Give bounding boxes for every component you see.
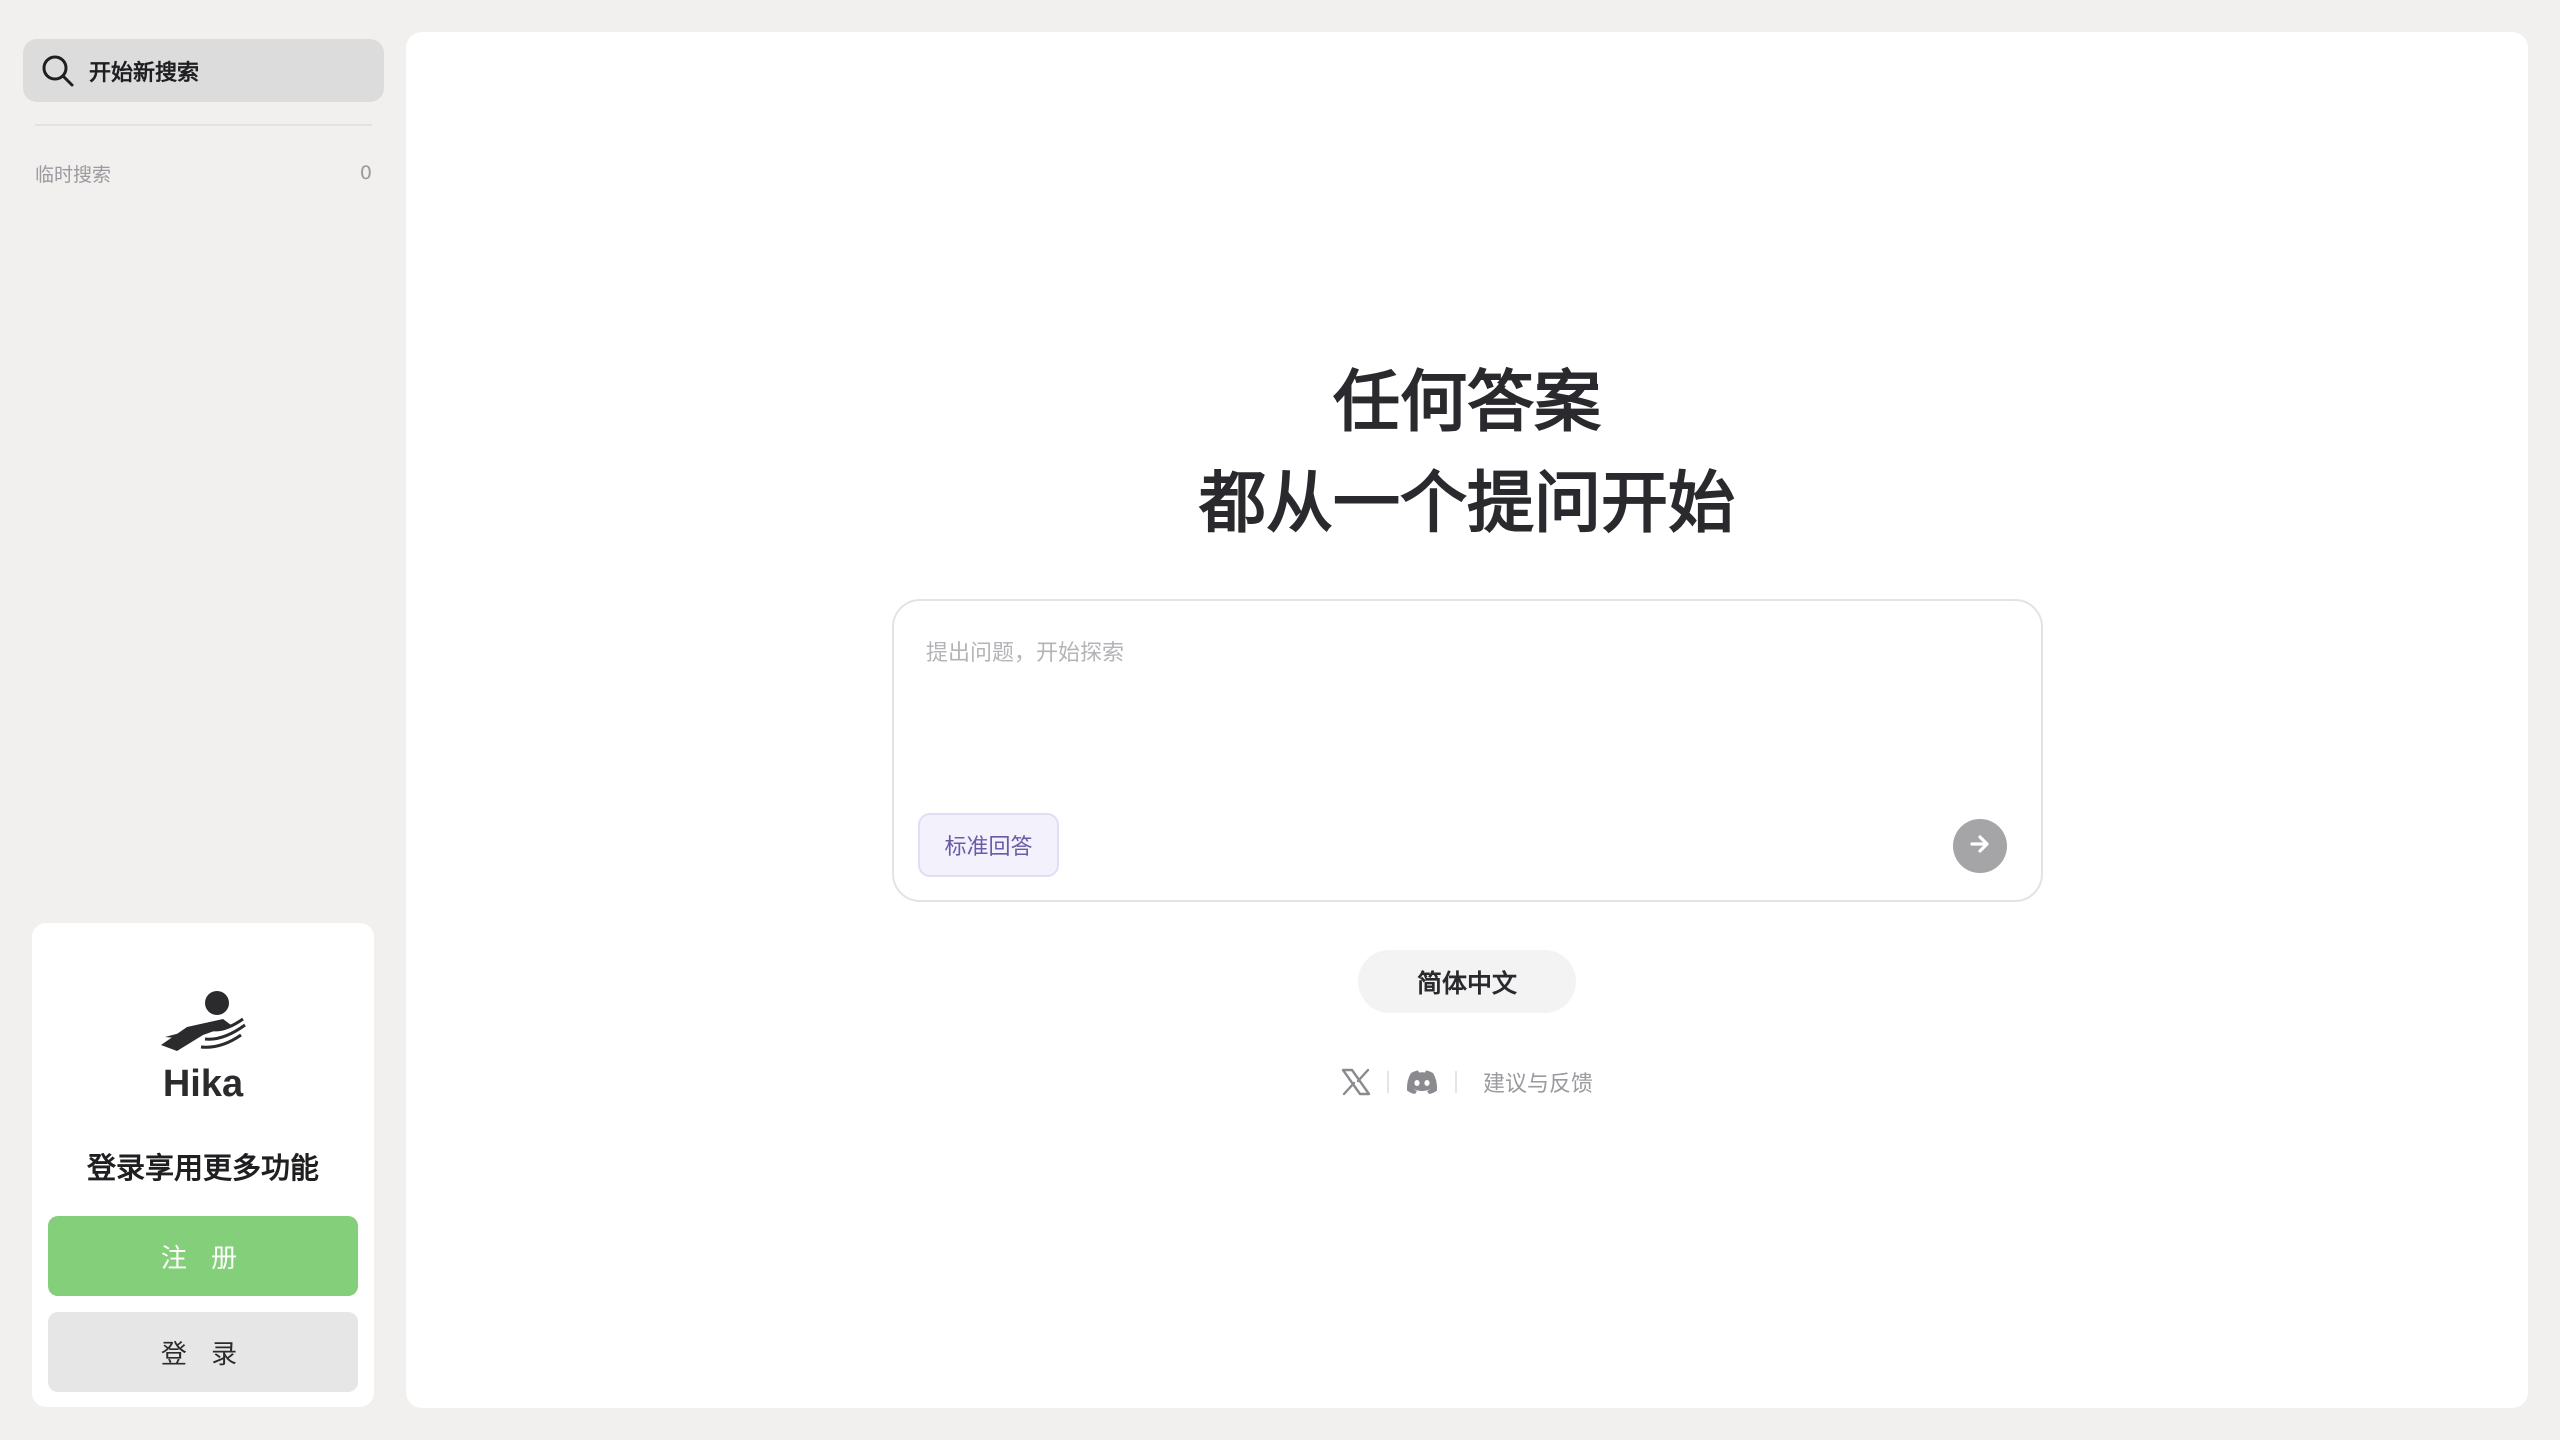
login-card: Hika 登录享用更多功能 注 册 登 录 xyxy=(32,923,374,1407)
brand-name: Hika xyxy=(162,1063,244,1105)
language-selector[interactable]: 简体中文 xyxy=(1358,950,1576,1013)
answer-mode-button[interactable]: 标准回答 xyxy=(918,813,1059,877)
discord-icon[interactable] xyxy=(1405,1069,1439,1095)
feedback-link[interactable]: 建议与反馈 xyxy=(1483,1066,1593,1098)
question-input[interactable] xyxy=(924,623,2004,683)
x-logo-icon[interactable] xyxy=(1341,1068,1371,1096)
hero-line-1: 任何答案 xyxy=(1333,363,1601,441)
arrow-right-icon xyxy=(1967,831,1993,861)
login-prompt: 登录享用更多功能 xyxy=(86,1151,319,1185)
sidebar: 开始新搜索 临时搜索 0 Hika 登录享用更多功能 注 册 登 录 xyxy=(0,0,405,1440)
history-section-label: 临时搜索 xyxy=(35,163,112,186)
hero-title: 任何答案 都从一个提问开始 xyxy=(406,352,2528,554)
send-button[interactable] xyxy=(1953,819,2007,873)
login-button[interactable]: 登 录 xyxy=(48,1312,358,1392)
new-search-button[interactable]: 开始新搜索 xyxy=(23,39,384,102)
search-icon xyxy=(39,52,77,90)
signup-button[interactable]: 注 册 xyxy=(48,1216,358,1296)
sidebar-divider xyxy=(35,124,372,126)
question-box: 标准回答 xyxy=(892,599,2043,902)
footer-separator xyxy=(1386,1071,1389,1093)
history-section-temporary[interactable]: 临时搜索 0 xyxy=(35,158,372,188)
hika-logo xyxy=(32,989,374,1059)
hero-line-2: 都从一个提问开始 xyxy=(1199,464,1735,542)
main-panel: 任何答案 都从一个提问开始 标准回答 简体中文 xyxy=(406,32,2528,1408)
history-section-count: 0 xyxy=(359,162,372,184)
footer-separator xyxy=(1454,1071,1457,1093)
footer-links: 建议与反馈 xyxy=(406,1066,2528,1098)
new-search-label: 开始新搜索 xyxy=(89,60,200,86)
